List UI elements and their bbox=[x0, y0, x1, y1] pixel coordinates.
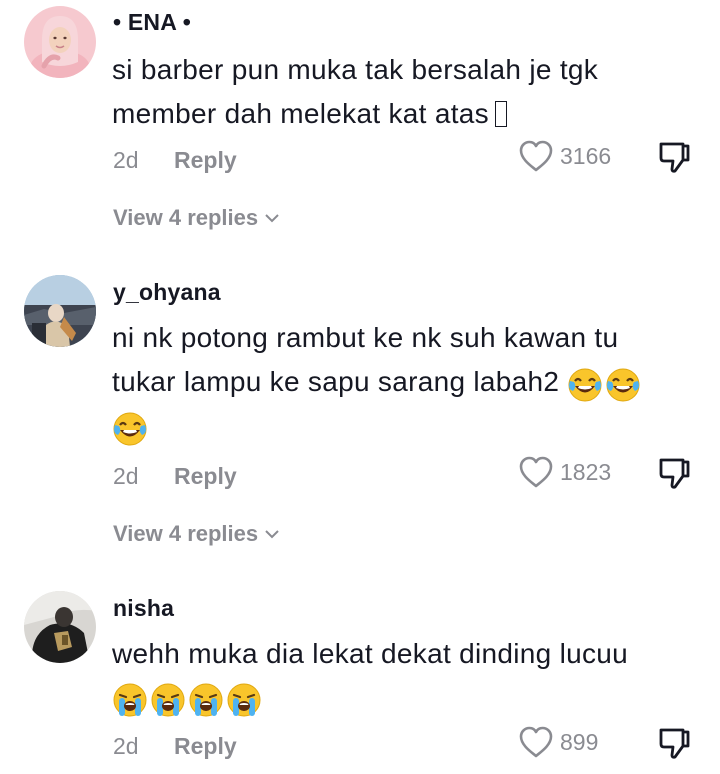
comment-username[interactable]: nisha bbox=[113, 595, 174, 622]
view-replies-button[interactable]: View 4 replies bbox=[113, 521, 280, 547]
chevron-down-icon bbox=[265, 530, 279, 539]
comment-text-line: wehh muka dia lekat dekat dinding lucuu bbox=[112, 638, 629, 669]
comment-time: 2d bbox=[113, 463, 139, 489]
dislike-button[interactable] bbox=[656, 139, 692, 175]
heart-outline-icon bbox=[519, 140, 553, 172]
avatar[interactable] bbox=[24, 6, 96, 78]
heart-outline-icon bbox=[519, 456, 553, 488]
dislike-button[interactable] bbox=[656, 725, 692, 761]
comment-username[interactable]: • ENA • bbox=[113, 9, 191, 36]
heart-outline-icon bbox=[519, 726, 553, 758]
like-count: 899 bbox=[560, 728, 599, 755]
comment-username[interactable]: y_ohyana bbox=[113, 279, 221, 306]
like-button[interactable]: 1823 bbox=[518, 455, 611, 489]
comment-text: ni nk potong rambut ke nk suh kawan tu t… bbox=[112, 316, 702, 450]
chevron-down-icon bbox=[265, 214, 279, 223]
like-count: 3166 bbox=[560, 142, 612, 169]
missing-glyph-icon bbox=[494, 101, 507, 127]
comment-emoji-line bbox=[112, 676, 702, 720]
comment-text-line-with-symbol: member dah melekat kat atas bbox=[112, 92, 702, 136]
loudly-crying-face-icon bbox=[188, 682, 224, 718]
like-button[interactable]: 899 bbox=[518, 725, 598, 759]
view-replies-button[interactable]: View 4 replies bbox=[113, 205, 280, 231]
avatar[interactable] bbox=[24, 591, 96, 663]
thumbs-down-icon bbox=[659, 728, 690, 759]
comment-text-line: tukar lampu ke sapu sarang labah2 bbox=[112, 366, 560, 397]
comment-text-line: si barber pun muka tak bersalah je tgk bbox=[112, 54, 599, 85]
comment-time: 2d bbox=[113, 147, 139, 173]
like-button[interactable]: 3166 bbox=[518, 139, 611, 173]
comment-time: 2d bbox=[113, 733, 139, 759]
comment-text: si barber pun muka tak bersalah je tgk m… bbox=[112, 48, 702, 136]
reply-button[interactable]: Reply bbox=[174, 463, 237, 490]
loudly-crying-face-icon bbox=[150, 682, 186, 718]
dislike-button[interactable] bbox=[656, 455, 692, 491]
reply-button[interactable]: Reply bbox=[174, 733, 237, 760]
face-with-tears-of-joy-icon bbox=[605, 367, 641, 403]
thumbs-down-icon bbox=[659, 142, 690, 173]
view-replies-label: View 4 replies bbox=[113, 521, 259, 546]
emoji-group bbox=[567, 362, 643, 406]
loudly-crying-face-icon bbox=[112, 682, 148, 718]
view-replies-label: View 4 replies bbox=[113, 205, 259, 230]
comment-text-line: member dah melekat kat atas bbox=[112, 98, 489, 129]
comment-text: wehh muka dia lekat dekat dinding lucuu bbox=[112, 632, 702, 720]
face-with-tears-of-joy-icon bbox=[567, 367, 603, 403]
avatar[interactable] bbox=[24, 275, 96, 347]
avatar-woman-hijab-icon bbox=[24, 6, 96, 78]
comment-emoji-line bbox=[112, 406, 702, 450]
reply-button[interactable]: Reply bbox=[174, 147, 237, 174]
avatar-dark-photo-icon bbox=[24, 591, 96, 663]
like-count: 1823 bbox=[560, 458, 612, 485]
avatar-outdoor-photo-icon bbox=[24, 275, 96, 347]
face-with-tears-of-joy-icon bbox=[112, 411, 148, 447]
comment-text-line-with-emoji: tukar lampu ke sapu sarang labah2 bbox=[112, 360, 702, 406]
comment-text-line: ni nk potong rambut ke nk suh kawan tu bbox=[112, 322, 619, 353]
thumbs-down-icon bbox=[659, 458, 690, 489]
loudly-crying-face-icon bbox=[226, 682, 262, 718]
